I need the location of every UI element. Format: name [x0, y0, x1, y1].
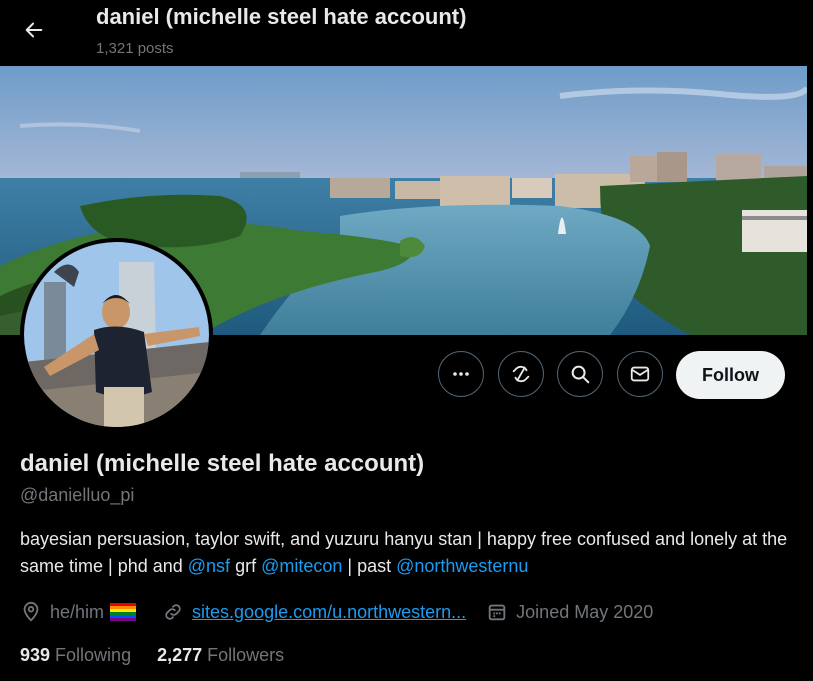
following-count: 939: [20, 645, 51, 665]
mention-link-northwesternu[interactable]: @northwesternu: [396, 556, 528, 576]
top-header: daniel (michelle steel hate account) 1,3…: [0, 0, 813, 66]
following-label: Following: [55, 645, 132, 665]
search-icon: [571, 365, 590, 384]
calendar-icon: [488, 604, 506, 621]
back-arrow-icon: [25, 22, 43, 38]
profile-page: daniel (michelle steel hate account) 1,3…: [0, 0, 813, 681]
pride-flag-icon: [110, 603, 137, 621]
joined-date: Joined May 2020: [516, 601, 654, 622]
joined-item: Joined May 2020: [486, 601, 653, 623]
back-button[interactable]: [14, 10, 54, 50]
pronouns-item: he/him: [20, 601, 144, 623]
location-pin-icon: [23, 601, 39, 622]
display-name: daniel (michelle steel hate account): [20, 450, 425, 477]
profile-meta: he/him sites.google.com/u.northwestern..…: [20, 598, 653, 626]
followers-count: 2,277: [157, 645, 203, 665]
link-icon: [165, 604, 181, 620]
profile-avatar[interactable]: [20, 238, 213, 431]
search-button[interactable]: [557, 351, 603, 397]
website-link[interactable]: sites.google.com/u.northwestern...: [192, 602, 466, 623]
message-button[interactable]: [617, 351, 663, 397]
bio: bayesian persuasion, taylor swift, and y…: [20, 526, 790, 580]
follow-button[interactable]: Follow: [676, 351, 785, 399]
mail-icon: [630, 366, 650, 382]
followers-link[interactable]: 2,277 Followers: [157, 645, 284, 666]
bio-text: | past: [342, 556, 397, 576]
follow-stats: 939 Following 2,277 Followers: [20, 645, 310, 666]
header-title: daniel (michelle steel hate account): [96, 4, 467, 29]
mention-link-mitecon[interactable]: @mitecon: [261, 556, 342, 576]
bio-text: grf: [230, 556, 262, 576]
more-icon: [453, 372, 469, 376]
subscribe-button[interactable]: [498, 351, 544, 397]
scrollbar[interactable]: [807, 66, 813, 681]
followers-label: Followers: [207, 645, 285, 665]
website-item: sites.google.com/u.northwestern...: [162, 601, 466, 623]
user-handle: @danielluo_pi: [20, 485, 135, 505]
more-button[interactable]: [438, 351, 484, 397]
mention-link-nsf[interactable]: @nsf: [188, 556, 230, 576]
subscribe-icon: [512, 365, 530, 383]
avatar-photo: [24, 242, 209, 427]
pronouns-text: he/him: [50, 601, 105, 622]
following-link[interactable]: 939 Following: [20, 645, 131, 666]
header-post-count: 1,321 posts: [96, 40, 174, 57]
